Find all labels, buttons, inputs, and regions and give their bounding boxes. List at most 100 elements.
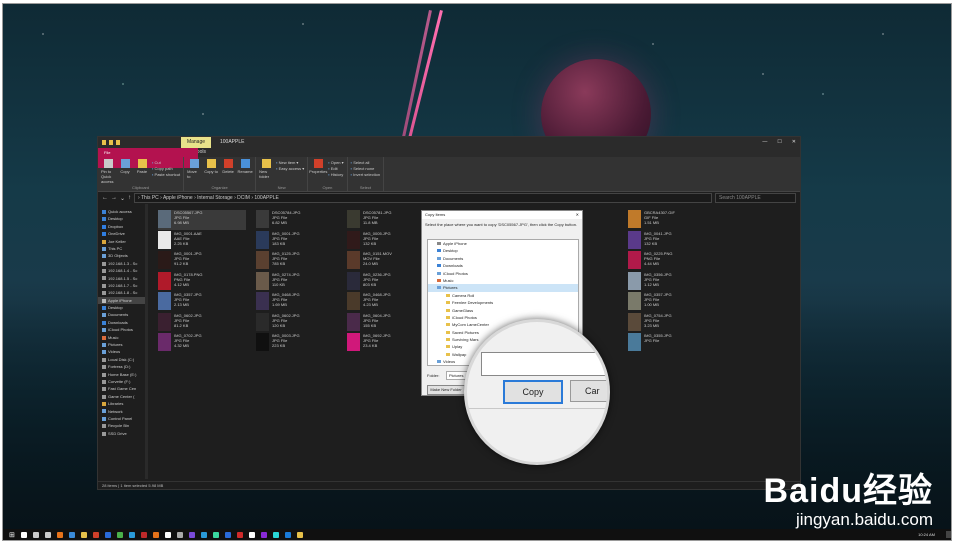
notification-icon[interactable] <box>946 531 951 538</box>
nav-item-control-panel[interactable]: Control Panel <box>98 415 148 422</box>
tree-node-feenlee-developments[interactable]: Feenlee Developments <box>428 299 578 306</box>
nav-item-192-168-1-7-sc[interactable]: 192.168.1.7 - Sc <box>98 282 148 289</box>
nav-item-local-disk-c[interactable]: Local Disk (C:) <box>98 356 148 363</box>
new-item-button[interactable]: New item ▾ <box>276 160 304 165</box>
tree-node-gameglass[interactable]: GameGlass <box>428 307 578 314</box>
tree-node-documents[interactable]: Documents <box>428 255 578 262</box>
taskbar-app-icon[interactable] <box>200 531 207 538</box>
make-new-folder-button[interactable]: Make New Folder <box>427 385 465 395</box>
copy-button[interactable]: Copy <box>503 380 563 404</box>
open-button[interactable]: Open ▾ <box>328 160 344 165</box>
address-field[interactable]: › This PC › Apple iPhone › Internal Stor… <box>134 193 712 203</box>
file-item[interactable]: IMG_0225.PNG PNG File 4.44 MB <box>628 251 716 271</box>
file-item[interactable]: IMG_0178.PNG PNG File 4.12 MB <box>158 271 246 292</box>
taskbar-app-icon[interactable] <box>32 531 39 538</box>
nav-item-this-pc[interactable]: This PC <box>98 245 148 252</box>
taskbar-app-icon[interactable] <box>236 531 243 538</box>
taskbar-app-icon[interactable] <box>248 531 255 538</box>
tree-node-pictures[interactable]: Pictures <box>428 284 578 292</box>
file-item[interactable]: DSC05567.JPG JPG File 6.98 MB <box>158 210 246 230</box>
taskbar-app-icon[interactable] <box>140 531 147 538</box>
tree-node-icloud-photos[interactable]: iCloud Photos <box>428 314 578 321</box>
taskbar-app-icon[interactable] <box>92 531 99 538</box>
tree-node-camera-roll[interactable]: Camera Roll <box>428 292 578 299</box>
cut-button[interactable]: Cut <box>152 160 180 165</box>
nav-item-videos[interactable]: Videos <box>98 348 148 355</box>
nav-item-apple-iphone[interactable]: Apple iPhone <box>98 296 148 305</box>
nav-item-192-168-1-5-sc[interactable]: 192.168.1.5 - Sc <box>98 275 148 282</box>
taskbar-app-icon[interactable] <box>224 531 231 538</box>
cancel-button[interactable]: Car <box>570 380 607 402</box>
recent-chevron-icon[interactable]: ⌄ <box>120 195 125 202</box>
select-all-button[interactable]: Select all <box>351 160 380 165</box>
edit-button[interactable]: Edit <box>328 166 343 171</box>
taskbar-app-icon[interactable] <box>296 531 303 538</box>
taskbar-app-icon[interactable] <box>260 531 267 538</box>
nav-item-ssd-drive[interactable]: SSD Drive <box>98 430 148 437</box>
nav-item-game-center[interactable]: Game Center ( <box>98 393 148 400</box>
nav-item-music[interactable]: Music <box>98 334 148 341</box>
nav-item-icloud-photos[interactable]: iCloud Photos <box>98 326 148 333</box>
taskbar-app-icon[interactable] <box>212 531 219 538</box>
nav-item-home-base-e[interactable]: Home Base (E:) <box>98 371 148 378</box>
file-item[interactable]: IMG_0274.JPG JPG File 110 KB <box>256 271 344 292</box>
nav-item-libraries[interactable]: Libraries <box>98 400 148 407</box>
taskbar-app-icon[interactable] <box>152 531 159 538</box>
close-icon[interactable]: ✕ <box>792 137 796 148</box>
file-item[interactable]: IMG_0357.JPG JPG File 1.00 MB <box>628 292 716 312</box>
file-item[interactable]: IMG_0356.JPG JPG File 1.12 MB <box>628 271 716 292</box>
history-button[interactable]: History <box>328 172 343 177</box>
windows-start-icon[interactable]: ⊞ <box>9 531 15 539</box>
nav-item-192-168-1-4-sc[interactable]: 192.168.1.4 - Sc <box>98 267 148 274</box>
nav-item-3d-objects[interactable]: 3D Objects <box>98 252 148 259</box>
maximize-icon[interactable]: ☐ <box>777 137 781 148</box>
file-item[interactable]: IMG_0602.JPG JPG File 120 KB <box>256 312 344 333</box>
nav-item-downloads[interactable]: Downloads <box>98 319 148 326</box>
nav-item-pictures[interactable]: Pictures <box>98 341 148 348</box>
file-item[interactable]: GBCRA4307.GIF GIF File 1.51 MB <box>628 210 716 230</box>
tree-node-downloads[interactable]: Downloads <box>428 262 578 269</box>
file-item[interactable]: IMG_0001.JPG JPG File 91.2 KB <box>158 251 246 271</box>
paste-shortcut-button[interactable]: Paste shortcut <box>152 172 181 177</box>
nav-item-desktop[interactable]: Desktop <box>98 304 148 311</box>
manage-tab[interactable]: Manage <box>181 137 211 148</box>
clock[interactable]: 10:24 AM <box>918 529 935 540</box>
nav-item-documents[interactable]: Documents <box>98 311 148 318</box>
file-item[interactable]: IMG_0357.JPG JPG File 2.13 MB <box>158 292 246 312</box>
close-icon[interactable]: ✕ <box>576 211 579 219</box>
easy-access-button[interactable]: Easy access ▾ <box>276 166 305 171</box>
nav-item-fortress-d[interactable]: Fortress (D:) <box>98 363 148 370</box>
search-input[interactable]: Search 100APPLE <box>715 193 796 203</box>
taskbar-app-icon[interactable] <box>104 531 111 538</box>
file-item[interactable]: IMG_0001.AAE AAE File 2.25 KB <box>158 230 246 251</box>
file-item[interactable]: IMG_0355.JPG JPG File <box>628 333 716 353</box>
file-item[interactable]: IMG_0602.JPG JPG File 81.2 KB <box>158 312 246 333</box>
taskbar-app-icon[interactable] <box>44 531 51 538</box>
taskbar-app-icon[interactable] <box>188 531 195 538</box>
nav-item-onedrive[interactable]: OneDrive <box>98 230 148 237</box>
tree-node-music[interactable]: Music <box>428 277 578 284</box>
up-arrow-icon[interactable]: ↑ <box>128 195 131 201</box>
taskbar-app-icon[interactable] <box>176 531 183 538</box>
nav-item-corvette-f[interactable]: Corvette (F:) <box>98 378 148 385</box>
taskbar-app-icon[interactable] <box>116 531 123 538</box>
invert-selection-button[interactable]: Invert selection <box>351 172 380 177</box>
quick-access-toolbar[interactable] <box>102 140 120 145</box>
select-none-button[interactable]: Select none <box>351 166 380 171</box>
nav-item-192-168-1-3-sc[interactable]: 192.168.1.3 - Sc <box>98 260 148 267</box>
taskbar-app-icon[interactable] <box>68 531 75 538</box>
back-arrow-icon[interactable]: ← <box>102 195 108 201</box>
taskbar-app-icon[interactable] <box>56 531 63 538</box>
copy-path-button[interactable]: Copy path <box>152 166 180 171</box>
file-item[interactable]: IMG_0125.JPG JPG File 785 KB <box>256 251 344 271</box>
file-item[interactable]: IMG_0001.JPG JPG File 183 KB <box>256 230 344 251</box>
forward-arrow-icon[interactable]: → <box>111 195 117 201</box>
nav-item-fast-game-cen[interactable]: Fast Game Cen <box>98 385 148 392</box>
taskbar-app-icon[interactable] <box>284 531 291 538</box>
tree-node-icloud-photos[interactable]: iCloud Photos <box>428 270 578 277</box>
file-item[interactable]: IMG_0041.JPG JPG File 132 KB <box>628 230 716 251</box>
taskbar-app-icon[interactable] <box>128 531 135 538</box>
file-item[interactable]: IMG_0468.JPG JPG File 1.69 MB <box>256 292 344 312</box>
taskbar-app-icon[interactable] <box>20 531 27 538</box>
tree-node-apple-iphone[interactable]: Apple iPhone <box>428 240 578 247</box>
